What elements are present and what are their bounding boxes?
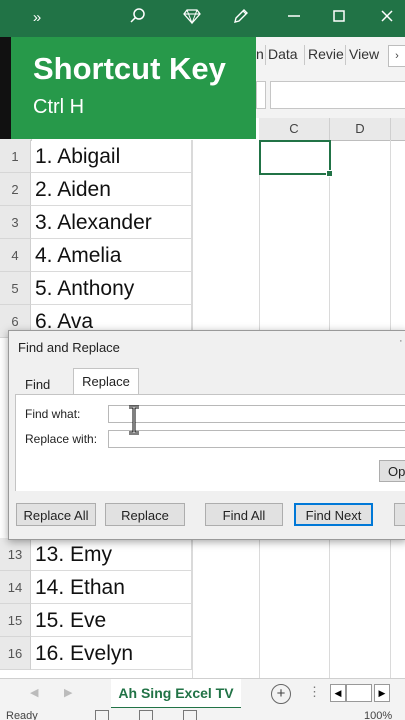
row-header[interactable]: 5 [0,272,31,305]
replace-with-input[interactable] [108,430,405,448]
find-what-input[interactable] [108,405,405,423]
title-bar: » [0,0,405,37]
ribbon-separator [304,45,305,65]
shortcut-keys: Ctrl H [33,96,85,118]
cell-a[interactable]: 15. Eve [31,604,192,637]
find-all-button[interactable]: Find All [205,503,283,526]
replace-button[interactable]: Replace [105,503,185,526]
close-button-partial[interactable] [394,503,405,526]
chevron-double-right-icon[interactable]: » [26,7,48,29]
row-header[interactable]: 14 [0,571,31,604]
chevron-right-icon[interactable]: › [388,45,405,67]
page-layout-icon[interactable] [139,710,153,720]
column-header-partial[interactable] [391,118,405,141]
row-header[interactable]: 4 [0,239,31,272]
ribbon-tab-partial[interactable]: n [256,46,264,62]
horizontal-scrollbar[interactable] [346,684,372,702]
page-break-icon[interactable] [183,710,197,720]
cell-a[interactable]: 14. Ethan [31,571,192,604]
ribbon-tab-review[interactable]: Revie [308,46,344,62]
sheet-tab[interactable]: Ah Sing Excel TV [111,679,241,710]
cell-a[interactable]: 1. Abigail [31,140,192,173]
dialog-help-icon[interactable]: · [399,335,403,347]
column-header-d[interactable]: D [330,118,391,141]
find-what-label: Find what: [25,407,81,421]
row-header[interactable]: 15 [0,604,31,637]
row-header[interactable]: 16 [0,637,31,670]
find-next-button[interactable]: Find Next [294,503,373,526]
ribbon-tab-view[interactable]: View [349,46,379,62]
status-ready: Ready [6,710,38,720]
cell-a[interactable]: 13. Emy [31,538,192,571]
ribbon-separator [265,45,266,65]
ribbon-tab-data[interactable]: Data [268,46,298,62]
zoom-level[interactable]: 100% [364,710,392,720]
cell-a[interactable]: 5. Anthony [31,272,192,305]
tab-find[interactable]: Find [25,377,50,392]
options-button[interactable]: Op [379,460,405,482]
diamond-icon[interactable] [181,7,203,29]
scroll-right-icon[interactable]: ▶ [64,686,72,699]
maximize-icon[interactable] [328,7,350,29]
sheet-tab-bar: ◀ ▶ Ah Sing Excel TV + ⋮ ◀ ▶ [0,678,405,710]
name-box[interactable] [256,81,266,109]
search-icon[interactable] [127,7,149,29]
row-header[interactable]: 3 [0,206,31,239]
text-cursor-icon [129,405,139,435]
formula-input[interactable] [270,81,405,109]
dialog-title: Find and Replace [18,340,120,355]
more-icon[interactable]: ⋮ [308,684,321,700]
hscroll-left-icon[interactable]: ◀ [330,684,346,702]
normal-view-icon[interactable] [95,710,109,720]
cell-a[interactable]: 2. Aiden [31,173,192,206]
status-bar: Ready 100% [0,708,405,720]
cell-a[interactable]: 3. Alexander [31,206,192,239]
row-header[interactable]: 1 [0,140,31,173]
close-icon[interactable] [376,7,398,29]
hscroll-right-icon[interactable]: ▶ [374,684,390,702]
replace-all-button[interactable]: Replace All [16,503,96,526]
replace-with-label: Replace with: [25,432,98,446]
fill-handle[interactable] [326,170,333,177]
cell-a[interactable]: 16. Evelyn [31,637,192,670]
shortcut-banner: Shortcut Key Ctrl H [11,37,256,139]
active-cell-c1[interactable] [259,140,331,175]
scroll-left-icon[interactable]: ◀ [30,686,38,699]
find-replace-dialog: Find and Replace · Find Replace Find wha… [8,330,405,540]
shortcut-title: Shortcut Key [33,51,226,86]
ribbon-separator [345,45,346,65]
pen-icon[interactable] [230,7,252,29]
minimize-icon[interactable] [283,7,305,29]
add-sheet-icon[interactable]: + [271,684,291,704]
row-header[interactable]: 13 [0,538,31,571]
cell-a[interactable]: 4. Amelia [31,239,192,272]
tab-replace[interactable]: Replace [73,368,139,395]
overlay-accent-bar [0,37,11,139]
column-header-c[interactable]: C [259,118,330,141]
row-header[interactable]: 2 [0,173,31,206]
